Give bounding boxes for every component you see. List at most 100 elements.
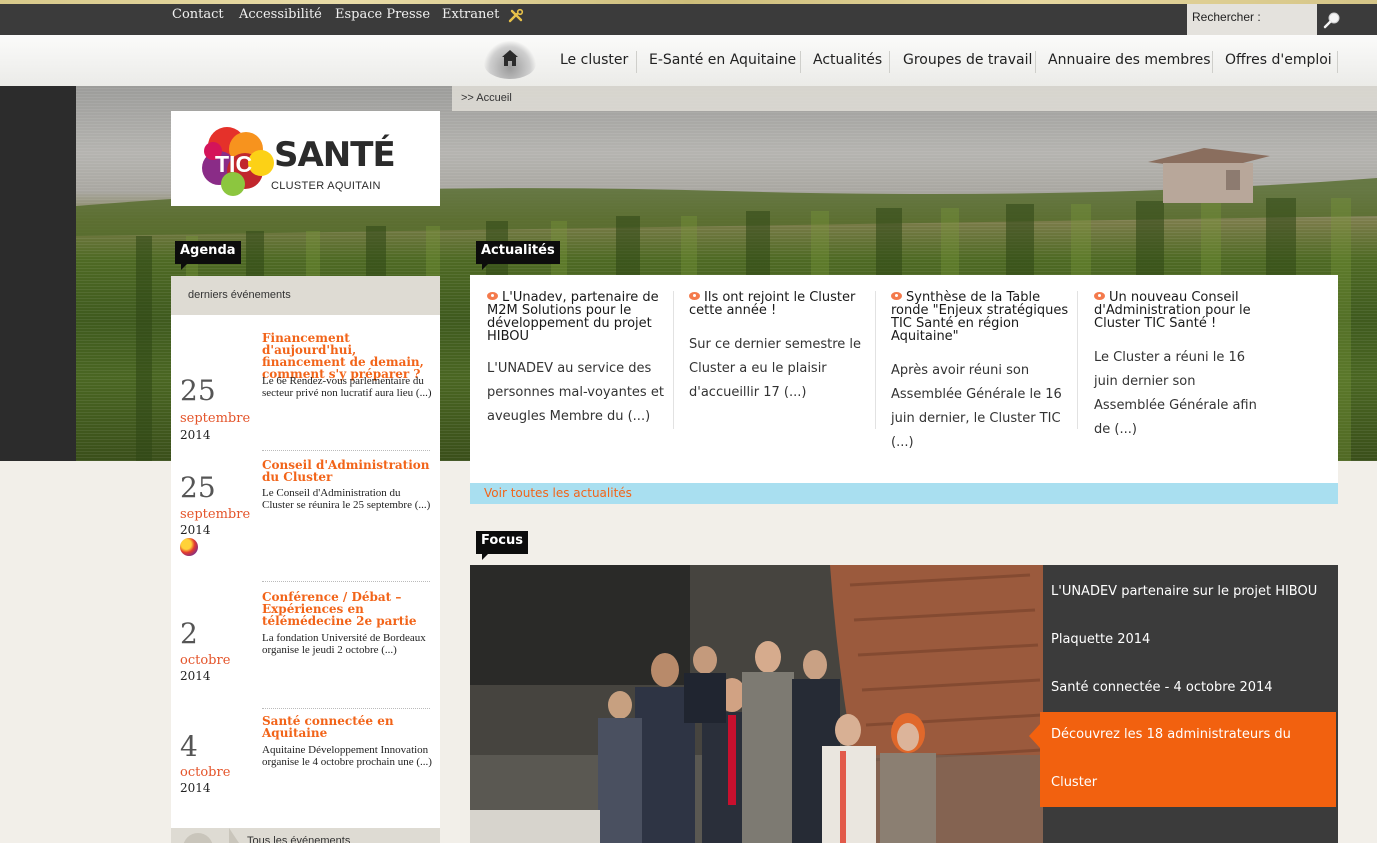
search-icon[interactable] <box>1322 10 1342 30</box>
focus-item-active[interactable]: Découvrez les 18 administrateurs du Clus… <box>1029 712 1336 807</box>
event-description: Le 6e Rendez-vous parlementaire du secte… <box>262 375 432 399</box>
nav-divider <box>636 51 637 73</box>
event-month: octobre <box>180 765 231 780</box>
nav-annuaire[interactable]: Annuaire des membres <box>1048 52 1211 68</box>
news-item-title[interactable]: Un nouveau Conseil d'Administration pour… <box>1094 291 1282 330</box>
news-item-body: Après avoir réuni son Assemblée Générale… <box>891 363 1062 450</box>
hut-illustration <box>1148 148 1270 203</box>
breadcrumb-bar: >> Accueil <box>452 86 1377 111</box>
focus-item[interactable]: Santé connectée - 4 octobre 2014 <box>1051 680 1273 695</box>
event-year: 2014 <box>180 523 211 537</box>
event-description: Aquitaine Développement Innovation organ… <box>262 744 432 768</box>
event-divider <box>262 708 430 709</box>
eye-icon <box>487 292 498 300</box>
contact-link[interactable]: Contact <box>172 7 224 22</box>
event-day: 2 <box>180 617 198 650</box>
event-year: 2014 <box>180 669 211 683</box>
event-title[interactable]: Santé connectée en Aquitaine <box>262 715 434 739</box>
nav-divider <box>1212 51 1213 73</box>
event-title[interactable]: Conseil d'Administration du Cluster <box>262 459 434 483</box>
news-item-body: Sur ce dernier semestre le Cluster a eu … <box>689 337 862 400</box>
nav-groupes-de-travail[interactable]: Groupes de travail <box>903 52 1032 68</box>
nav-divider <box>889 51 890 73</box>
news-item[interactable]: Un nouveau Conseil d'Administration pour… <box>1094 291 1282 442</box>
all-events-link[interactable]: Tous les événements <box>247 835 350 843</box>
calendar-icon <box>183 833 213 843</box>
all-news-link[interactable]: Voir toutes les actualités <box>484 486 632 500</box>
focus-item[interactable]: L'UNADEV partenaire sur le projet HIBOU <box>1051 584 1317 599</box>
agenda-panel: 25 septembre 2014 Financement d'aujourd'… <box>171 315 440 843</box>
news-item-title[interactable]: Synthèse de la Table ronde "Enjeux strat… <box>891 291 1079 343</box>
main-navigation: Le cluster E-Santé en Aquitaine Actualit… <box>0 35 1377 86</box>
group-photo-illustration <box>470 565 1043 843</box>
search-input[interactable] <box>1253 8 1313 30</box>
news-item[interactable]: L'Unadev, partenaire de M2M Solutions po… <box>487 291 675 429</box>
agenda-header: derniers événements <box>171 276 440 323</box>
news-item-title[interactable]: Ils ont rejoint le Cluster cette année ! <box>689 291 877 317</box>
news-divider <box>673 291 674 429</box>
logo-subtitle: CLUSTER AQUITAIN <box>271 180 381 192</box>
nav-divider <box>1337 51 1338 73</box>
event-month: octobre <box>180 653 231 668</box>
news-divider <box>875 291 876 429</box>
event-divider <box>262 450 430 451</box>
eye-icon <box>891 292 902 300</box>
event-divider <box>262 581 430 582</box>
left-dark-band <box>0 86 76 461</box>
focus-photo[interactable] <box>470 565 1043 843</box>
news-item-title[interactable]: L'Unadev, partenaire de M2M Solutions po… <box>487 291 675 343</box>
news-item[interactable]: Synthèse de la Table ronde "Enjeux strat… <box>891 291 1079 455</box>
event-day: 25 <box>180 374 216 407</box>
nav-offres-emploi[interactable]: Offres d'emploi <box>1225 52 1332 68</box>
agenda-tag: Agenda <box>175 241 241 270</box>
event-year: 2014 <box>180 781 211 795</box>
home-icon <box>502 50 518 66</box>
news-divider <box>1077 291 1078 429</box>
tools-icon[interactable] <box>508 8 524 24</box>
agenda-footer[interactable]: Tous les événements <box>171 828 440 843</box>
event-day: 4 <box>180 730 198 763</box>
news-item[interactable]: Ils ont rejoint le Cluster cette année !… <box>689 291 877 405</box>
event-year: 2014 <box>180 428 211 442</box>
active-notch <box>1029 724 1040 748</box>
news-tag: Actualités <box>476 241 560 270</box>
eye-icon <box>689 292 700 300</box>
breadcrumb[interactable]: >> Accueil <box>461 92 512 104</box>
extranet-link[interactable]: Extranet <box>442 7 499 22</box>
logo-tic-mark: TIC <box>215 151 253 177</box>
event-title[interactable]: Financement d'aujourd'hui, financement d… <box>262 332 434 380</box>
focus-active-line: Découvrez les 18 administrateurs du <box>1051 727 1291 742</box>
search-label: Rechercher : <box>1192 10 1261 24</box>
focus-tag: Focus <box>476 531 528 560</box>
logo-name: SANTÉ <box>274 135 396 175</box>
site-logo[interactable]: TIC SANTÉ CLUSTER AQUITAIN <box>171 111 440 206</box>
footer-notch <box>229 828 239 843</box>
event-month: septembre <box>180 411 251 426</box>
agenda-event[interactable]: 2 octobre 2014 Conférence / Débat – Expé… <box>171 591 440 711</box>
news-more-bar: Voir toutes les actualités <box>470 483 1338 504</box>
agenda-event[interactable]: 25 septembre 2014 Conseil d'Administrati… <box>171 459 440 579</box>
accessibility-link[interactable]: Accessibilité <box>239 7 322 22</box>
cluster-badge-icon <box>180 538 198 556</box>
event-month: septembre <box>180 507 251 522</box>
news-item-body: Le Cluster a réuni le 16 juin dernier so… <box>1094 350 1257 437</box>
agenda-header-text: derniers événements <box>188 289 291 301</box>
eye-icon <box>1094 292 1105 300</box>
agenda-event[interactable]: 4 octobre 2014 Santé connectée en Aquita… <box>171 715 440 815</box>
nav-le-cluster[interactable]: Le cluster <box>560 52 628 68</box>
nav-actualites[interactable]: Actualités <box>813 52 882 68</box>
nav-divider <box>1035 51 1036 73</box>
event-description: La fondation Université de Bordeaux orga… <box>262 632 426 656</box>
utility-bar: Contact Accessibilité Espace Presse Extr… <box>0 4 1377 42</box>
event-description: Le Conseil d'Administration du Cluster s… <box>262 487 431 511</box>
focus-item[interactable]: Plaquette 2014 <box>1051 632 1150 647</box>
event-title[interactable]: Conférence / Débat – Expériences en télé… <box>262 591 434 627</box>
nav-e-sante[interactable]: E-Santé en Aquitaine <box>649 52 796 68</box>
home-button[interactable] <box>484 41 536 79</box>
news-panel: L'Unadev, partenaire de M2M Solutions po… <box>470 275 1338 483</box>
news-item-body: L'UNADEV au service des personnes mal-vo… <box>487 361 664 424</box>
agenda-event[interactable]: 25 septembre 2014 Financement d'aujourd'… <box>171 332 440 452</box>
press-link[interactable]: Espace Presse <box>335 7 430 22</box>
nav-divider <box>800 51 801 73</box>
event-day: 25 <box>180 471 216 504</box>
